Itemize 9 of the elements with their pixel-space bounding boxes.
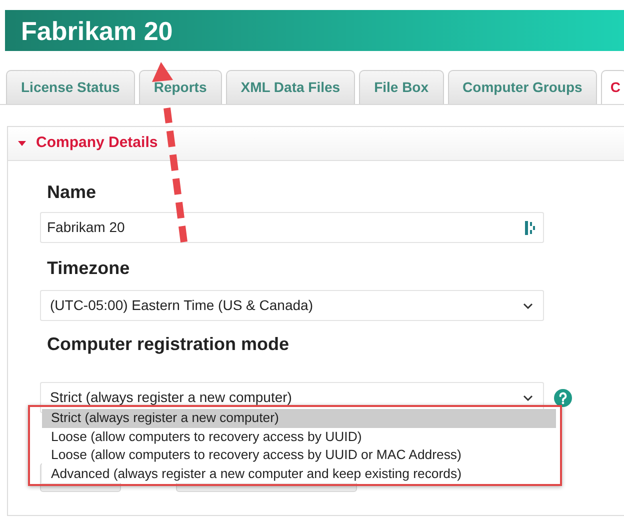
field-label: Computer registration mode xyxy=(46,333,290,356)
dropdown-option[interactable]: Strict (always register a new computer) xyxy=(42,409,556,428)
name-field[interactable]: Fabrikam 20 xyxy=(40,212,544,243)
section-title[interactable]: Company Details xyxy=(36,132,158,155)
field-label: Timezone xyxy=(46,257,131,280)
tab[interactable]: C xyxy=(601,70,624,104)
field-label: Name xyxy=(46,181,98,204)
timezone-select[interactable]: (UTC-05:00) Eastern Time (US & Canada) xyxy=(40,290,544,321)
page-title: Fabrikam 20 xyxy=(21,18,173,44)
